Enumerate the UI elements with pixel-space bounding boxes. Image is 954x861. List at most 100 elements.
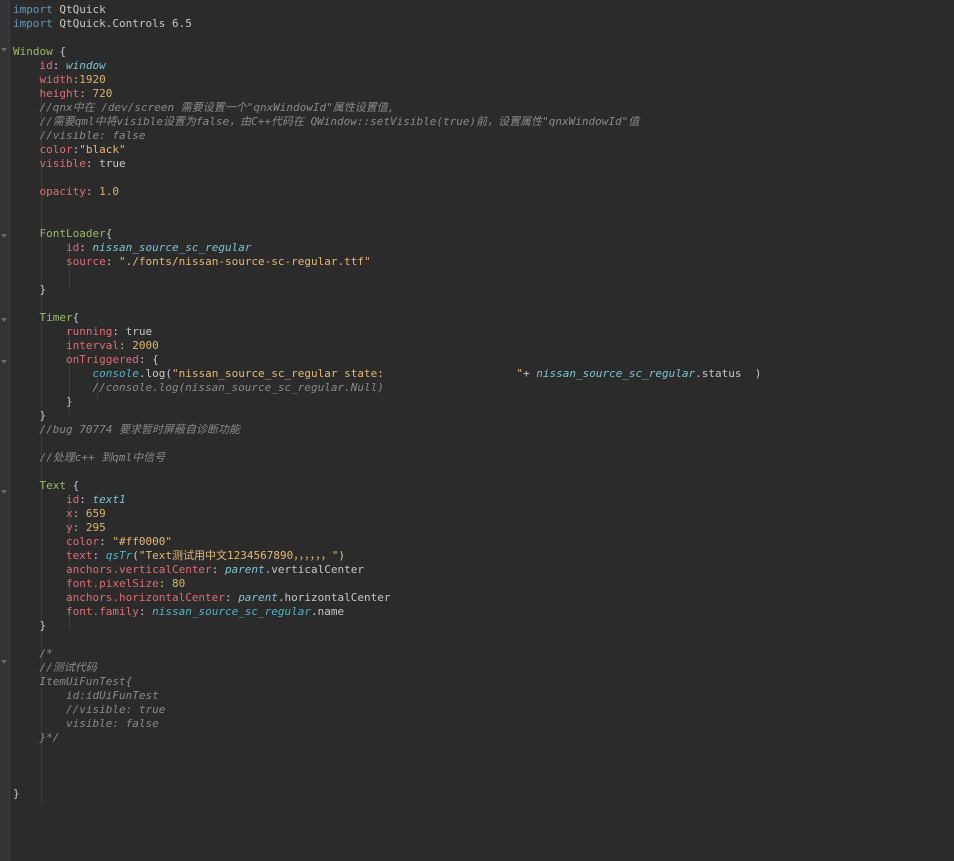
code-line[interactable]: //visible: false [13, 129, 954, 143]
code-token: nissan_source_sc_regular [536, 367, 696, 380]
code-line[interactable] [13, 633, 954, 647]
code-line[interactable]: //visible: true [13, 703, 954, 717]
code-line[interactable] [13, 759, 954, 773]
code-line[interactable]: id: nissan_source_sc_regular [13, 241, 954, 255]
code-line[interactable]: } [13, 409, 954, 423]
code-line[interactable]: //qnx中在 /dev/screen 需要设置一个"qnxWindowId"属… [13, 101, 954, 115]
code-token: id [39, 59, 53, 72]
code-token: Text [39, 479, 67, 492]
code-line[interactable]: running: true [13, 325, 954, 339]
fold-marker-window[interactable] [1, 48, 7, 52]
code-token: } [13, 283, 47, 296]
code-token: "nissan_source_sc_regular state: " [171, 367, 523, 380]
code-token: y [65, 521, 73, 534]
fold-marker-text[interactable] [1, 490, 7, 494]
code-line[interactable]: Timer{ [13, 311, 954, 325]
code-token: console [92, 367, 139, 380]
code-line[interactable] [13, 171, 954, 185]
code-line[interactable] [13, 437, 954, 451]
code-line[interactable]: console.log("nissan_source_sc_regular st… [13, 367, 954, 381]
code-token: : [105, 255, 119, 268]
code-line[interactable]: id: window [13, 59, 954, 73]
code-line[interactable]: visible: true [13, 157, 954, 171]
code-line[interactable]: y: 295 [13, 521, 954, 535]
code-token: anchors.verticalCenter [65, 563, 212, 576]
code-token: : [52, 59, 66, 72]
code-token: visible [39, 157, 86, 170]
code-line[interactable] [13, 213, 954, 227]
code-line[interactable] [13, 773, 954, 787]
code-line[interactable]: color: "#ff0000" [13, 535, 954, 549]
code-line[interactable]: import QtQuick.Controls 6.5 [13, 17, 954, 31]
code-token: running [65, 325, 113, 338]
code-line[interactable] [13, 31, 954, 45]
code-line[interactable]: //处理c++ 到qml中信号 [13, 451, 954, 465]
editor-gutter [0, 0, 9, 861]
code-line[interactable]: //bug 70774 要求暂时屏蔽自诊断功能 [13, 423, 954, 437]
code-line[interactable]: visible: false [13, 717, 954, 731]
code-token: ( [132, 549, 139, 562]
code-line[interactable]: color:"black" [13, 143, 954, 157]
fold-marker-timer[interactable] [1, 318, 7, 322]
code-line[interactable]: onTriggered: { [13, 353, 954, 367]
code-line[interactable]: import QtQuick [13, 3, 954, 17]
code-token: } [13, 619, 47, 632]
code-line[interactable]: } [13, 787, 954, 801]
code-editor[interactable]: import QtQuick import QtQuick.Controls 6.… [13, 3, 954, 801]
code-token: QtQuick.Controls 6.5 [52, 17, 192, 30]
code-line[interactable]: id:idUiFunTest [13, 689, 954, 703]
code-line[interactable]: id: text1 [13, 493, 954, 507]
code-line[interactable]: } [13, 395, 954, 409]
code-line[interactable]: } [13, 283, 954, 297]
fold-marker-comment[interactable] [1, 660, 7, 664]
code-line[interactable]: interval: 2000 [13, 339, 954, 353]
code-token: onTriggered [65, 353, 139, 366]
code-line[interactable]: text: qsTr("Text测试用中文1234567890，，，，，，") [13, 549, 954, 563]
code-line[interactable] [13, 465, 954, 479]
code-token: height [39, 87, 80, 100]
code-line[interactable] [13, 745, 954, 759]
code-token: color [39, 143, 73, 156]
code-line[interactable]: height: 720 [13, 87, 954, 101]
code-token: : [138, 605, 153, 618]
code-line[interactable]: //console.log(nissan_source_sc_regular.N… [13, 381, 954, 395]
code-token: id [65, 493, 80, 506]
code-line[interactable] [13, 297, 954, 311]
code-line[interactable]: } [13, 619, 954, 633]
code-line[interactable]: font.family: nissan_source_sc_regular.na… [13, 605, 954, 619]
code-line[interactable]: width:1920 [13, 73, 954, 87]
code-line[interactable]: /* [13, 647, 954, 661]
code-line[interactable] [13, 199, 954, 213]
code-token: .status ) [695, 367, 762, 380]
code-line[interactable]: Text { [13, 479, 954, 493]
code-line[interactable]: anchors.horizontalCenter: parent.horizon… [13, 591, 954, 605]
code-line[interactable]: Window { [13, 45, 954, 59]
code-line[interactable]: //需要qml中将visible设置为false，由C++代码在 QWindow… [13, 115, 954, 129]
code-line[interactable]: }*/ [13, 731, 954, 745]
code-token: color [65, 535, 100, 548]
code-line[interactable]: source: "./fonts/nissan-source-sc-regula… [13, 255, 954, 269]
code-line[interactable]: opacity: 1.0 [13, 185, 954, 199]
code-line[interactable]: ItemUiFunTest{ [13, 675, 954, 689]
code-line[interactable]: x: 659 [13, 507, 954, 521]
code-line[interactable] [13, 269, 954, 283]
code-line[interactable]: anchors.verticalCenter: parent.verticalC… [13, 563, 954, 577]
code-line[interactable]: font.pixelSize: 80 [13, 577, 954, 591]
fold-marker-fontloader[interactable] [1, 234, 7, 238]
code-token: nissan_source_sc_regular [92, 241, 252, 254]
code-line[interactable]: FontLoader{ [13, 227, 954, 241]
code-token: ) [338, 549, 345, 562]
fold-marker-ontriggered[interactable] [1, 360, 7, 364]
code-line[interactable]: //测试代码 [13, 661, 954, 675]
